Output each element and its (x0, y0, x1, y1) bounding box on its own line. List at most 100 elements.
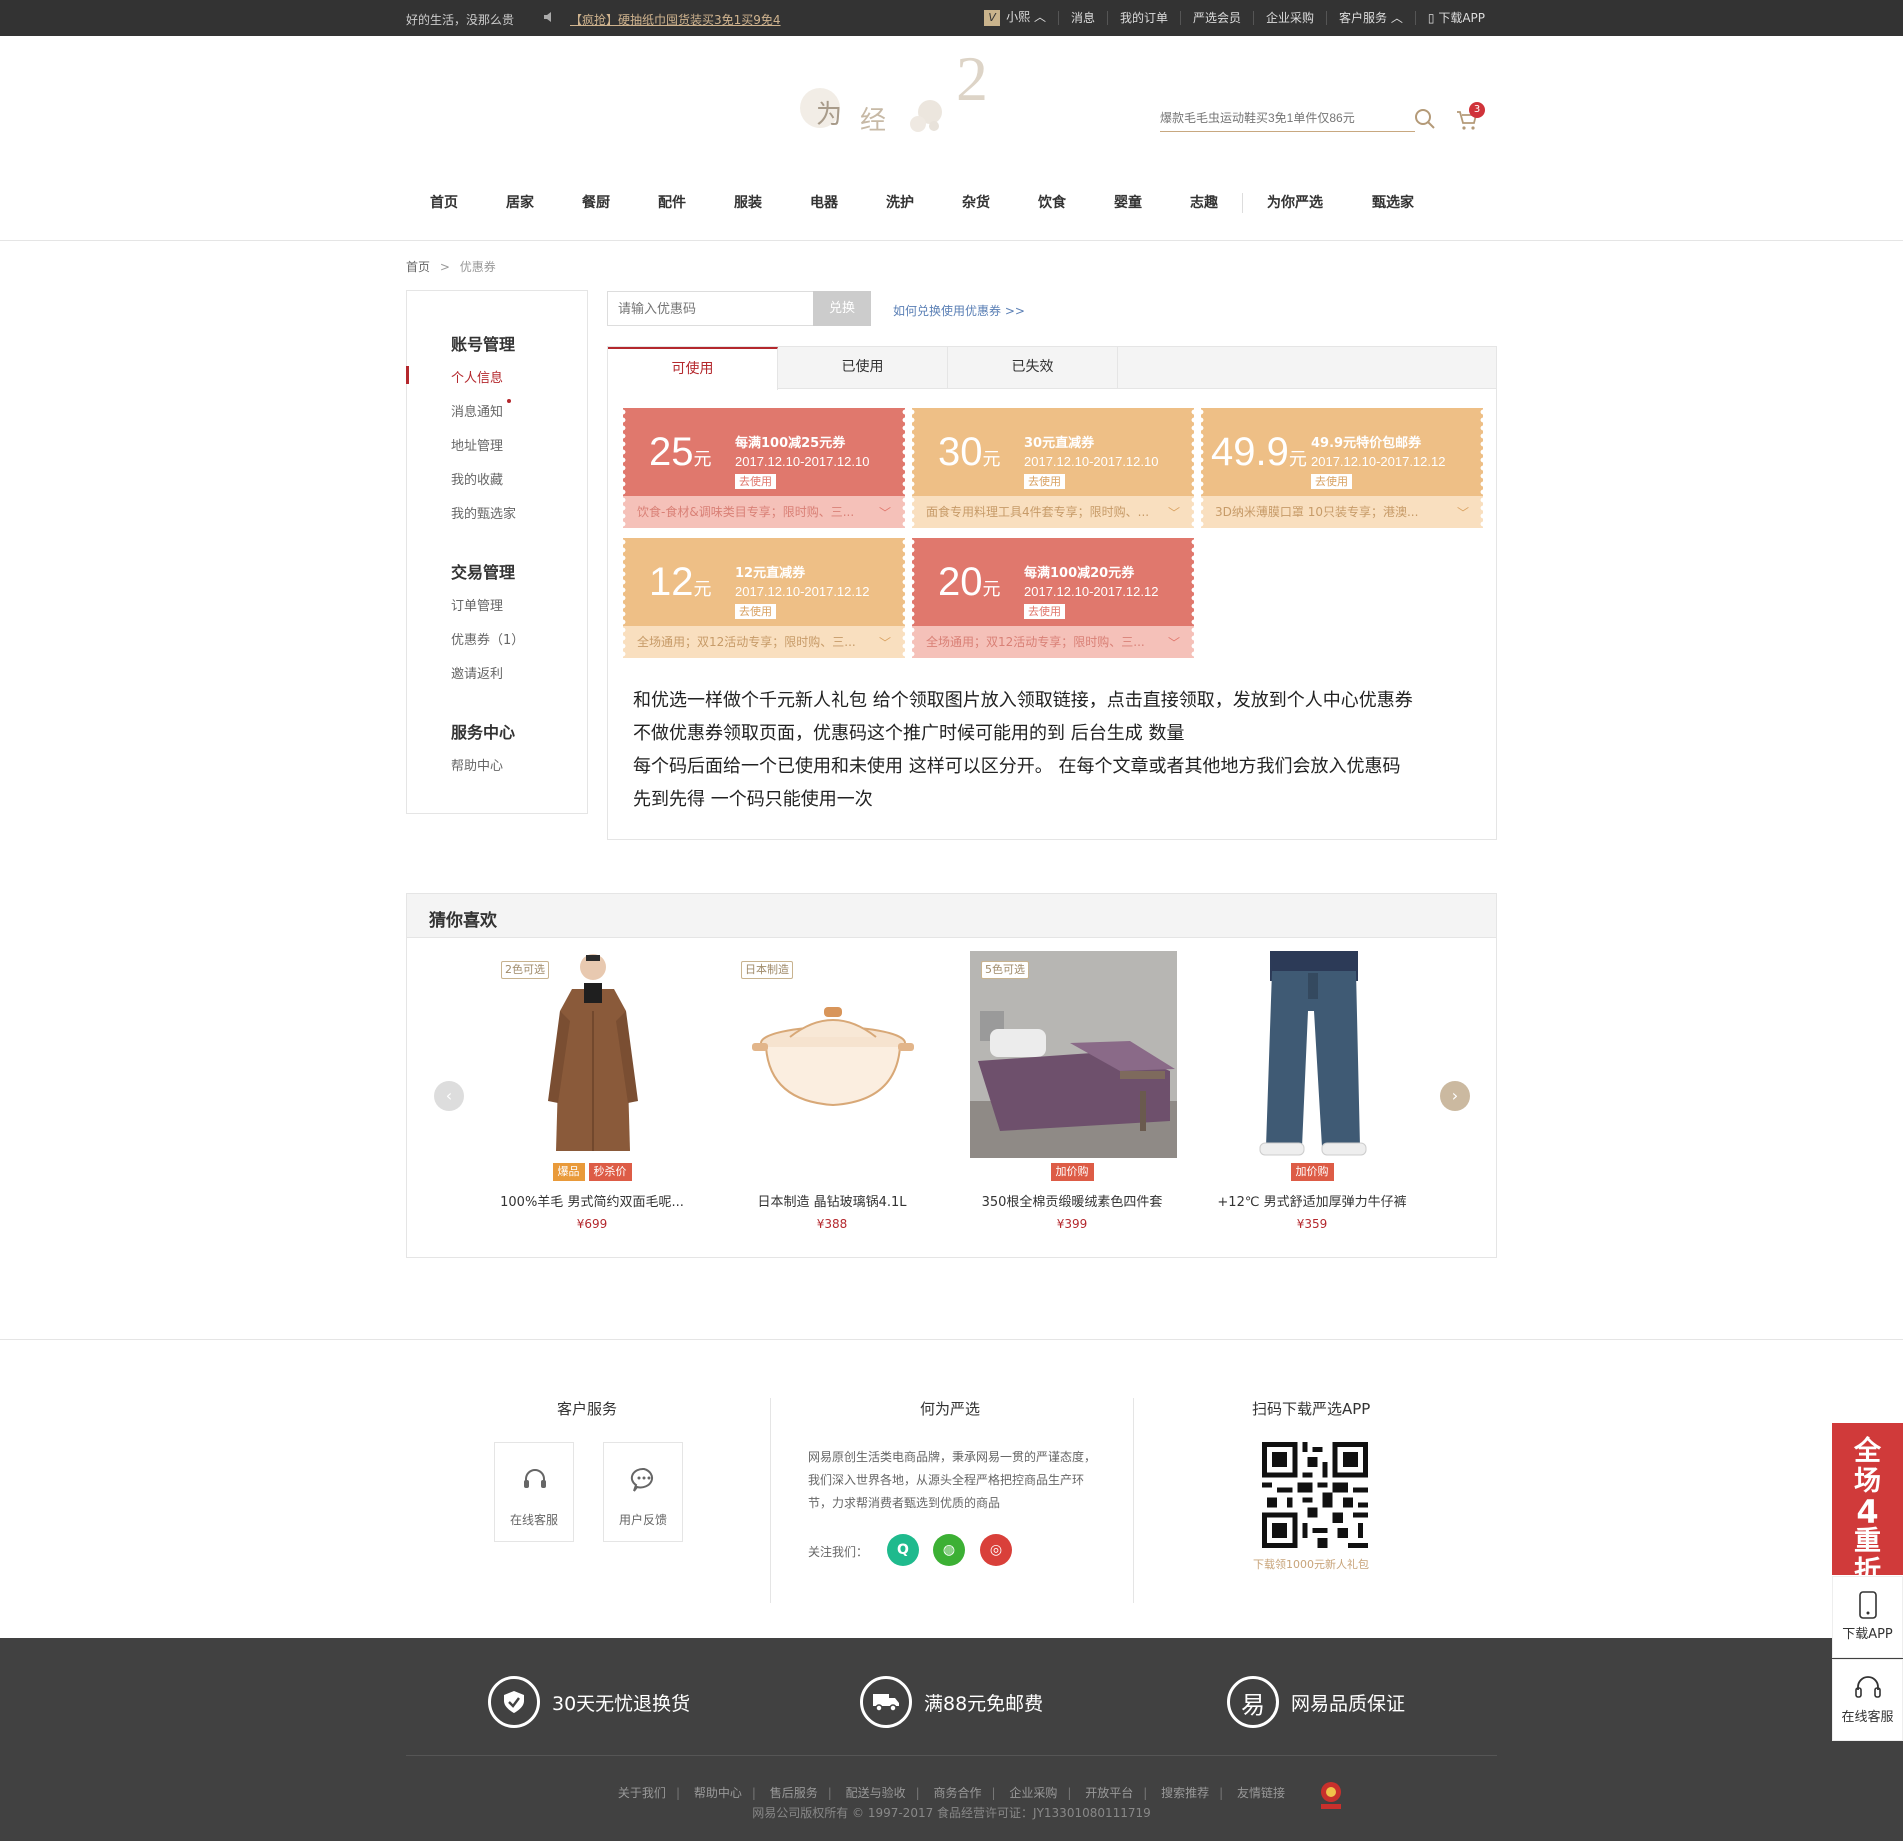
nav-item-for-you[interactable]: 为你严选 (1243, 185, 1347, 221)
cart-button[interactable]: 3 (1455, 102, 1485, 134)
sidebar-item-invite[interactable]: 邀请返利 (451, 663, 503, 682)
search-input[interactable] (1160, 106, 1380, 130)
nav-item-care[interactable]: 洗护 (862, 185, 938, 221)
product-badge: 秒杀价 (588, 1163, 632, 1181)
tab-used[interactable]: 已使用 (778, 347, 948, 389)
use-coupon-button[interactable]: 去使用 (1024, 604, 1065, 619)
footer-link-search[interactable]: 搜索推荐 (1151, 1786, 1219, 1800)
sidebar-item-messages[interactable]: 消息通知 (451, 401, 503, 420)
product-card[interactable]: 加价购 +12℃ 男式舒适加厚弹力牛仔裤 ¥359 (1207, 951, 1417, 1231)
product-name[interactable]: +12℃ 男式舒适加厚弹力牛仔裤 (1207, 1191, 1417, 1210)
nav-item-interest[interactable]: 志趣 (1166, 185, 1242, 221)
product-card[interactable]: 2色可选 爆品 秒杀价 100%羊毛 男式简约双面毛呢... ¥699 (487, 951, 697, 1231)
float-online-service[interactable]: 在线客服 (1832, 1659, 1903, 1741)
notes-text: 和优选一样做个千元新人礼包 给个领取图片放入领取链接，点击直接领取，发放到个人中… (633, 684, 1493, 816)
coupon-card[interactable]: 3D纳米薄膜口罩 10只装专享；港澳... 49.9元 49.9元特价包邮券 2… (1197, 408, 1487, 528)
next-arrow-icon[interactable]: › (1440, 1081, 1470, 1111)
sidebar-item-selector[interactable]: 我的甄选家 (451, 503, 516, 522)
chevron-down-icon[interactable]: ﹀ (1168, 634, 1180, 651)
use-coupon-button[interactable]: 去使用 (735, 604, 776, 619)
product-card[interactable]: 5色可选 加价购 350根全棉贡缎暖绒素色四件套 ¥399 (967, 951, 1177, 1231)
footer-link-aftersales[interactable]: 售后服务 (760, 1786, 828, 1800)
nav-item-baby[interactable]: 婴童 (1090, 185, 1166, 221)
footer-links: 关于我们 | 帮助中心 | 售后服务 | 配送与验收 | 商务合作 | 企业采购 | 开放平… (0, 1784, 1903, 1801)
chevron-down-icon[interactable]: ﹀ (1457, 504, 1469, 521)
top-link-enterprise[interactable]: 企业采购 (1253, 11, 1326, 25)
nav-item-kitchen[interactable]: 餐厨 (558, 185, 634, 221)
product-price: ¥699 (576, 1217, 608, 1231)
use-coupon-button[interactable]: 去使用 (1024, 474, 1065, 489)
nav-item-selector[interactable]: 甄选家 (1347, 185, 1439, 221)
top-link-messages[interactable]: 消息 (1057, 11, 1107, 25)
product-name[interactable]: 350根全棉贡缎暖绒素色四件套 (967, 1191, 1177, 1210)
sidebar-item-orders[interactable]: 订单管理 (451, 595, 503, 614)
sidebar-item-help[interactable]: 帮助中心 (451, 755, 503, 774)
footer-link-friends[interactable]: 友情链接 (1227, 1786, 1295, 1800)
product-card[interactable]: 日本制造 日本制造 晶钻玻璃锅4.1L ¥388 (727, 951, 937, 1231)
tab-available[interactable]: 可使用 (608, 347, 778, 390)
logo-char-1: 为 (816, 100, 843, 130)
product-name[interactable]: 100%羊毛 男式简约双面毛呢... (487, 1191, 697, 1210)
footer-link-business[interactable]: 商务合作 (923, 1786, 991, 1800)
sale-banner[interactable]: 全 场 4 重 折 (1832, 1423, 1903, 1587)
coupon-card[interactable]: 全场通用；双12活动专享；限时购、三... 12元 12元直减券 2017.12… (619, 538, 909, 658)
police-badge-icon[interactable] (1318, 1780, 1344, 1810)
weibo-icon[interactable]: ◎ (980, 1534, 1012, 1566)
top-link-app[interactable]: ▯ 下载APP (1414, 11, 1497, 25)
wechat-icon[interactable]: ◍ (933, 1534, 965, 1566)
sidebar-item-profile[interactable]: 个人信息 (451, 367, 503, 386)
coupon-date: 2017.12.10-2017.12.12 (1311, 454, 1446, 469)
footer-link-about[interactable]: 关于我们 (608, 1786, 676, 1800)
qq-icon[interactable]: Q (887, 1534, 919, 1566)
coupon-code-input[interactable] (608, 292, 808, 325)
footer-about-title: 何为严选 (920, 1400, 981, 1418)
coupon-desc: 全场通用；双12活动专享；限时购、三... (623, 626, 905, 658)
use-coupon-button[interactable]: 去使用 (735, 474, 776, 489)
user-menu[interactable]: V 小熙 ︿ (972, 10, 1058, 26)
nav-item-appliances[interactable]: 电器 (786, 185, 862, 221)
online-service-label: 在线客服 (509, 1513, 558, 1527)
chevron-down-icon[interactable]: ﹀ (879, 634, 891, 651)
nav-item-home-living[interactable]: 居家 (482, 185, 558, 221)
top-link-service[interactable]: 客户服务 ︿ (1326, 11, 1415, 25)
sidebar-item-favorites[interactable]: 我的收藏 (451, 469, 503, 488)
nav-item-accessories[interactable]: 配件 (634, 185, 710, 221)
breadcrumb-home[interactable]: 首页 (406, 260, 430, 274)
footer-link-enterprise[interactable]: 企业采购 (999, 1786, 1067, 1800)
note-line: 每个码后面给一个已使用和未使用 这样可以区分开。 在每个文章或者其他地方我们会放… (633, 756, 1401, 777)
guarantee-quality: 易 网易品质保证 (1227, 1676, 1405, 1728)
top-link-membership[interactable]: 严选会员 (1180, 11, 1253, 25)
top-link-orders[interactable]: 我的订单 (1107, 11, 1180, 25)
feedback-button[interactable]: 用户反馈 (603, 1442, 683, 1542)
float-download-app[interactable]: 下载APP (1832, 1576, 1903, 1658)
howto-link[interactable]: 如何兑换使用优惠券 >> (893, 302, 1025, 319)
sidebar-item-address[interactable]: 地址管理 (451, 435, 503, 454)
nav-item-apparel[interactable]: 服装 (710, 185, 786, 221)
nav-item-food[interactable]: 饮食 (1014, 185, 1090, 221)
footer-link-help[interactable]: 帮助中心 (684, 1786, 752, 1800)
coupon-card[interactable]: 全场通用；双12活动专享；限时购、三... 20元 每满100减20元券 201… (908, 538, 1198, 658)
truck-icon (860, 1676, 912, 1728)
nav-item-home[interactable]: 首页 (406, 185, 482, 221)
logo[interactable]: 为 经 2 (790, 43, 1070, 146)
footer-link-open-platform[interactable]: 开放平台 (1075, 1786, 1143, 1800)
coupon-card[interactable]: 饮食-食材&调味类目专享；限时购、三... 25元 每满100减25元券 201… (619, 408, 909, 528)
redeem-button[interactable]: 兑换 (813, 291, 871, 326)
coupon-card[interactable]: 面食专用料理工具4件套专享；限时购、... 30元 30元直减券 2017.12… (908, 408, 1198, 528)
prev-arrow-icon[interactable]: ‹ (434, 1081, 464, 1111)
use-coupon-button[interactable]: 去使用 (1311, 474, 1352, 489)
nav-item-sundries[interactable]: 杂货 (938, 185, 1014, 221)
promo-link[interactable]: 【疯抢】硬抽纸巾囤货装买3免1买9免4 (570, 11, 781, 28)
online-service-button[interactable]: 在线客服 (494, 1442, 574, 1542)
search-icon[interactable] (1414, 108, 1436, 130)
tab-expired[interactable]: 已失效 (948, 347, 1118, 389)
product-tag: 日本制造 (741, 961, 793, 979)
product-name[interactable]: 日本制造 晶钻玻璃锅4.1L (727, 1191, 937, 1210)
nav-divider-line (0, 240, 1903, 241)
sidebar-item-coupons[interactable]: 优惠券（1） (451, 629, 524, 648)
recommendations: 猜你喜欢 ‹ › 2色可选 爆品 秒杀价 100%羊毛 男式简约双面毛呢... … (406, 893, 1497, 1258)
footer-link-delivery[interactable]: 配送与验收 (836, 1786, 916, 1800)
headset-icon (1854, 1676, 1881, 1698)
chevron-down-icon[interactable]: ﹀ (879, 504, 891, 521)
chevron-down-icon[interactable]: ﹀ (1168, 504, 1180, 521)
